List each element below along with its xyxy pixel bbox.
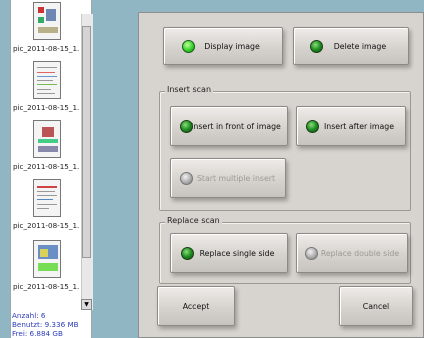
- delete-image-button[interactable]: Delete image: [293, 27, 409, 65]
- accept-button[interactable]: Accept: [157, 286, 235, 326]
- led-icon: [305, 247, 318, 260]
- insert-scan-group: Insert scan Insert in front of image Ins…: [159, 85, 411, 211]
- thumbnail-item-1[interactable]: pic_2011-08-15_1...: [11, 2, 79, 60]
- led-icon: [180, 120, 193, 133]
- thumbnail-name: pic_2011-08-15_1...: [13, 44, 79, 53]
- insert-scan-title: Insert scan: [165, 85, 214, 94]
- thumbnail-name: pic_2011-08-15_1...: [13, 162, 79, 171]
- thumbnail-name: pic_2011-08-15_1...: [13, 221, 79, 230]
- replace-single-side-button[interactable]: Replace single side: [170, 233, 288, 273]
- thumbnail-image: [33, 2, 61, 40]
- display-image-button[interactable]: Display image: [163, 27, 283, 65]
- thumbnail-name: pic_2011-08-15_1...: [13, 103, 79, 112]
- thumbnail-panel: pic_2011-08-15_1... pic_2011-08-15_1... …: [10, 0, 93, 338]
- thumbnail-image: [33, 240, 61, 278]
- thumbnail-item-3[interactable]: pic_2011-08-15_1...: [11, 120, 79, 178]
- cancel-button[interactable]: Cancel: [339, 286, 413, 326]
- replace-scan-title: Replace scan: [165, 216, 222, 225]
- free-space: Frei: 6.884 GB: [12, 329, 63, 338]
- image-count: Anzahl: 6: [12, 311, 46, 320]
- thumbnail-name: pic_2011-08-15_1...: [13, 282, 79, 291]
- led-icon: [181, 247, 194, 260]
- led-icon: [306, 120, 319, 133]
- thumbnail-list: pic_2011-08-15_1... pic_2011-08-15_1... …: [11, 0, 79, 310]
- replace-scan-group: Replace scan Replace single side Replace…: [159, 216, 411, 284]
- thumbnail-item-2[interactable]: pic_2011-08-15_1...: [11, 61, 79, 119]
- used-space: Benutzt: 9.336 MB: [12, 320, 79, 329]
- led-icon: [180, 172, 193, 185]
- led-icon: [310, 40, 323, 53]
- thumbnail-image: [33, 120, 61, 158]
- control-panel: Display image Delete image Insert scan I…: [138, 12, 424, 338]
- thumbnail-item-5[interactable]: pic_2011-08-15_1...: [11, 240, 79, 298]
- insert-front-button[interactable]: Insert in front of image: [170, 106, 288, 146]
- thumbnail-item-4[interactable]: pic_2011-08-15_1...: [11, 179, 79, 237]
- scrollbar-thumb[interactable]: [82, 26, 91, 258]
- storage-status: Anzahl: 6 Benutzt: 9.336 MB Frei: 6.884 …: [12, 311, 79, 338]
- replace-double-side-button[interactable]: Replace double side: [296, 233, 408, 273]
- start-multiple-insert-button[interactable]: Start multiple insert: [170, 158, 286, 198]
- thumbnail-image: [33, 61, 61, 99]
- led-icon: [182, 40, 195, 53]
- thumbnail-image: [33, 179, 61, 217]
- scroll-down-button[interactable]: ▼: [81, 299, 92, 310]
- insert-after-button[interactable]: Insert after image: [296, 106, 406, 146]
